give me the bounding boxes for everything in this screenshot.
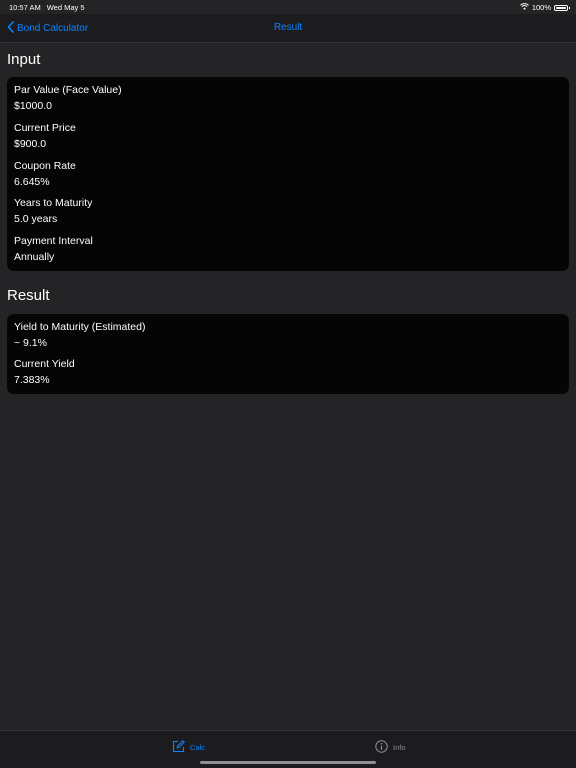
tab-bar: Calc Info — [0, 730, 576, 768]
input-field-coupon-rate: Coupon Rate 6.645% — [14, 160, 76, 189]
tab-calc[interactable]: Calc — [172, 740, 205, 755]
input-field-par-value: Par Value (Face Value) $1000.0 — [14, 84, 122, 113]
battery-percent: 100% — [531, 3, 551, 12]
result-card: Yield to Maturity (Estimated) ~ 9.1% Cur… — [7, 314, 569, 394]
field-value: 7.383% — [14, 374, 50, 386]
input-card: Par Value (Face Value) $1000.0 Current P… — [7, 77, 569, 271]
field-label: Current Price — [14, 122, 76, 134]
status-left: 10:57 AM Wed May 5 — [9, 3, 85, 12]
result-field-current-yield: Current Yield 7.383% — [14, 358, 75, 387]
field-label: Years to Maturity — [14, 197, 93, 209]
status-bar: 10:57 AM Wed May 5 100% — [0, 0, 576, 14]
field-label: Par Value (Face Value) — [14, 84, 122, 96]
input-field-years-to-maturity: Years to Maturity 5.0 years — [14, 197, 92, 226]
screen: 10:57 AM Wed May 5 100% Bond Calculator … — [0, 0, 576, 768]
input-section-title: Input — [7, 51, 41, 68]
field-label: Payment Interval — [14, 235, 93, 247]
page-title: Result — [273, 22, 303, 33]
field-label: Current Yield — [14, 358, 75, 370]
field-value: 6.645% — [14, 176, 50, 188]
info-icon — [375, 740, 388, 755]
input-field-payment-interval: Payment Interval Annually — [14, 235, 93, 264]
field-value: $900.0 — [14, 138, 47, 150]
wifi-icon — [519, 3, 529, 12]
field-value: Annually — [14, 251, 55, 263]
result-field-yield-to-maturity: Yield to Maturity (Estimated) ~ 9.1% — [14, 321, 146, 350]
battery-icon — [554, 4, 570, 11]
field-label: Coupon Rate — [14, 160, 76, 172]
tab-info-label: Info — [393, 743, 406, 752]
status-right: 100% — [519, 3, 570, 12]
edit-icon — [172, 740, 185, 755]
navigation-bar: Bond Calculator Result — [0, 14, 576, 43]
field-value: ~ 9.1% — [14, 337, 47, 349]
field-value: $1000.0 — [14, 100, 52, 112]
input-field-current-price: Current Price $900.0 — [14, 122, 76, 151]
field-value: 5.0 years — [14, 213, 58, 225]
home-indicator[interactable] — [200, 761, 376, 764]
status-time: 10:57 AM — [9, 3, 41, 12]
tab-info[interactable]: Info — [375, 740, 406, 755]
status-date: Wed May 5 — [46, 3, 85, 12]
tab-calc-label: Calc — [190, 743, 206, 752]
result-section-title: Result — [7, 287, 50, 304]
field-label: Yield to Maturity (Estimated) — [14, 321, 146, 333]
